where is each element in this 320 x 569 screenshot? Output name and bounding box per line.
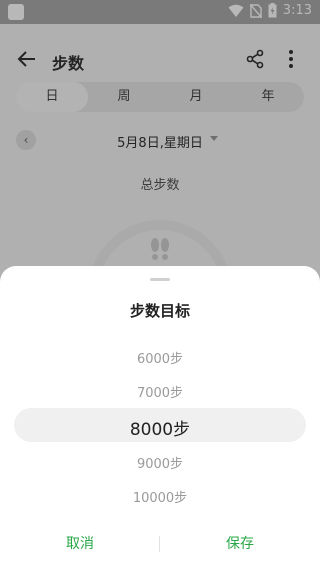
picker-option[interactable]: 9000步 [0,453,320,472]
picker-option[interactable]: 10000步 [0,487,320,506]
step-goal-sheet: 步数目标 6000步 7000步 8000步 9000步 10000步 取消 保… [0,266,320,569]
sheet-handle[interactable] [150,278,170,281]
save-button[interactable]: 保存 [160,532,320,556]
sheet-actions: 取消 保存 [0,532,320,556]
picker-option[interactable]: 6000步 [0,348,320,367]
sheet-title: 步数目标 [129,302,190,320]
picker-option[interactable]: 7000步 [0,382,320,401]
picker-option-selected[interactable]: 8000步 [0,415,320,440]
cancel-button[interactable]: 取消 [0,532,160,556]
